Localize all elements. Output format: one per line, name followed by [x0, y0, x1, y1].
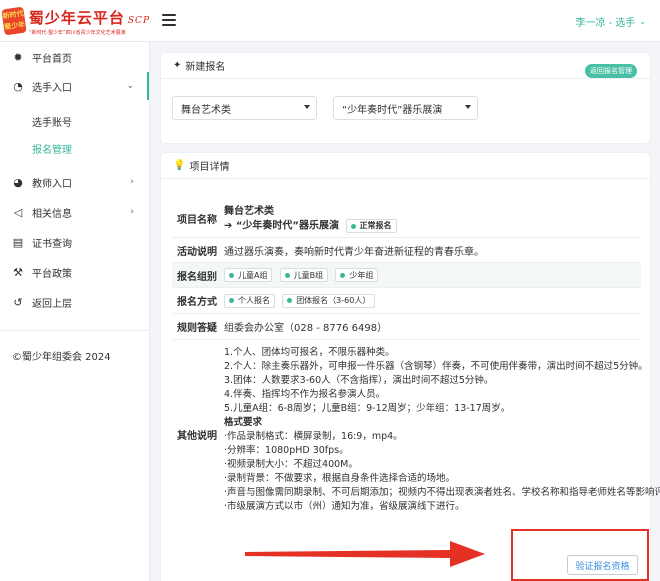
logo-scp: SCP — [127, 15, 150, 26]
annotation-arrow — [245, 541, 485, 567]
row-groups: 报名组别 儿童A组 儿童B组 少年组 — [172, 263, 641, 288]
user-menu[interactable]: 李一凉 - 选手 ⌄ — [575, 14, 646, 29]
method-chip: 个人报名 — [224, 293, 275, 308]
logo-badge: 新时代 蜀少年 — [1, 6, 27, 36]
chevron-right-icon: › — [130, 207, 134, 217]
user-label: 李一凉 - 选手 — [575, 18, 636, 29]
sidebar-item-policy[interactable]: ⚒ 平台政策 — [0, 259, 150, 285]
sidebar-item-teacher-entry[interactable]: ◕ 教师入口 › — [0, 169, 150, 195]
sidebar: ✹ 平台首页 ◔ 选手入口 ⌄ 选手账号 报名管理 ◕ 教师入口 › ◁ 相关信… — [0, 42, 150, 581]
top-header: 新时代 蜀少年 蜀少年云平台 SCP “新时代·蜀少年”四川省青少年文化艺术展演 … — [0, 0, 660, 42]
logo[interactable]: 新时代 蜀少年 蜀少年云平台 SCP “新时代·蜀少年”四川省青少年文化艺术展演 — [0, 0, 150, 42]
project-details-header: 💡 项目详情 — [161, 153, 650, 179]
hamburger-menu-icon[interactable] — [162, 14, 176, 26]
dashboard-icon: ◔ — [13, 79, 23, 93]
sidebar-item-back[interactable]: ↺ 返回上层 — [0, 289, 150, 315]
caret-down-icon — [304, 105, 310, 109]
gear-icon: ✹ — [13, 50, 23, 64]
logo-subtitle: “新时代·蜀少年”四川省青少年文化艺术展演 — [28, 29, 126, 36]
active-indicator — [147, 72, 149, 100]
sidebar-item-home[interactable]: ✹ 平台首页 — [0, 44, 150, 70]
group-chip: 儿童B组 — [279, 268, 329, 282]
row-other-notes: 其他说明 1.个人、团体均可报名，不限乐器种类。 2.个人：除主奏乐器外，可申报… — [172, 340, 660, 529]
chevron-right-icon: › — [130, 177, 134, 187]
copyright: ©蜀少年组委会 2024 — [12, 352, 111, 363]
chevron-down-icon: ⌄ — [639, 17, 646, 26]
group-chip: 少年组 — [335, 268, 379, 282]
method-chip: 团体报名（3-60人） — [282, 293, 376, 308]
new-signup-title: 新建报名 — [185, 62, 226, 73]
logo-title: 蜀少年云平台 SCP — [28, 8, 150, 27]
row-project-name: 项目名称 舞台艺术类 ➔ “少年奏时代”器乐展演 正常报名 — [172, 200, 641, 238]
notes-text: 1.个人、团体均可报名，不限乐器种类。 2.个人：除主奏乐器外，可申报一件乐器（… — [224, 346, 660, 514]
megaphone-icon: ◁ — [13, 205, 23, 219]
new-signup-header: ✦ 新建报名 — [161, 53, 650, 79]
palette-icon: ◕ — [13, 175, 23, 189]
sidebar-item-player-entry[interactable]: ◔ 选手入口 ⌄ — [0, 73, 150, 99]
status-badge: 正常报名 — [345, 219, 397, 233]
back-to-signup-management-button[interactable]: 返回报名管理 — [585, 64, 637, 78]
event-select[interactable]: “少年奏时代”器乐展演 — [333, 96, 478, 120]
sidebar-item-certificate[interactable]: ▤ 证书查询 — [0, 229, 150, 255]
verify-eligibility-button[interactable]: 验证报名资格 — [567, 555, 638, 575]
certificate-icon: ▤ — [12, 235, 24, 249]
sparkle-icon: ✦ — [173, 60, 182, 71]
format-heading: 格式要求 — [224, 417, 263, 428]
category-select[interactable]: 舞台艺术类 — [172, 96, 317, 120]
lightbulb-icon: 💡 — [173, 160, 186, 171]
divider — [0, 330, 150, 331]
sidebar-subitem-player-account[interactable]: 选手账号 — [0, 110, 150, 132]
project-details-title: 项目详情 — [189, 162, 230, 173]
sidebar-subitem-signup-management[interactable]: 报名管理 — [0, 137, 150, 159]
chevron-down-icon: ⌄ — [126, 81, 134, 91]
row-methods: 报名方式 个人报名 团体报名（3-60人） — [172, 288, 641, 314]
sidebar-item-related-info[interactable]: ◁ 相关信息 › — [0, 199, 150, 225]
row-rules: 规则答疑 组委会办公室（028 - 8776 6498） — [172, 314, 641, 340]
group-chip: 儿童A组 — [224, 268, 273, 282]
back-icon: ↺ — [13, 295, 23, 309]
caret-down-icon — [465, 105, 471, 109]
project-category: 舞台艺术类 — [224, 206, 274, 217]
project-event: ➔ “少年奏时代”器乐展演 — [224, 220, 340, 232]
gavel-icon: ⚒ — [13, 265, 23, 279]
row-activity: 活动说明 通过器乐演奏，奏响新时代青少年奋进新征程的青春乐章。 — [172, 238, 641, 263]
